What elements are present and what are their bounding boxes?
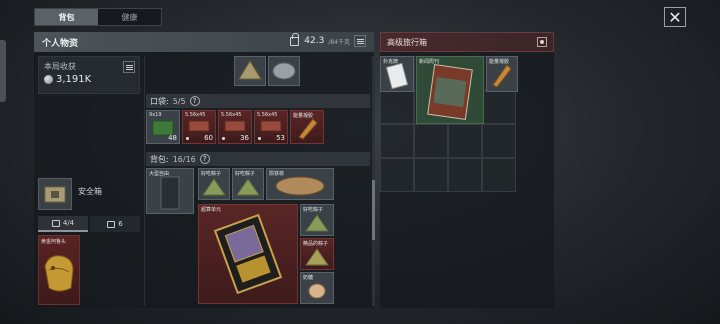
slot-a-count: 4/4	[62, 219, 75, 227]
item-qty: 48	[168, 134, 177, 142]
backpack-item-7[interactable]: 精品的粽子	[300, 238, 334, 270]
item-qty: 60	[204, 134, 213, 142]
item-tag: 超算单元	[201, 207, 222, 213]
side-handle[interactable]	[0, 40, 6, 102]
pyramid-icon	[238, 60, 262, 80]
item-tag: 能量凝胶	[293, 113, 314, 119]
item-tag: 奶糖	[303, 275, 314, 281]
backpack-count: 16/16	[172, 154, 196, 164]
pocket-item-4[interactable]: 5.56x45 53	[254, 110, 288, 144]
backpack-item-1[interactable]: 大型自由	[146, 168, 194, 214]
item-tag: 陨铁核	[269, 171, 285, 177]
backpack-bar: 背包: 16/16 ?	[146, 152, 370, 166]
item-tag: 好吃粽子	[303, 207, 324, 213]
item-tag: 能量凝胶	[489, 59, 510, 65]
backpack-item-3[interactable]: 好吃粽子	[232, 168, 264, 200]
inventory-title: 个人物资	[42, 38, 79, 49]
tab-health[interactable]: 健康	[98, 9, 161, 25]
inventory-menu-icon[interactable]	[354, 35, 366, 47]
safe-box-slot[interactable]	[38, 178, 72, 210]
computing-unit-icon	[213, 213, 283, 295]
travel-case-title: 高级旅行箱	[387, 37, 427, 47]
item-tag: 5.56x45	[221, 112, 242, 118]
case-item-1[interactable]: 扑克牌	[380, 56, 414, 92]
income-amount: 3,191K	[56, 74, 92, 85]
income-label: 本局收获	[44, 62, 76, 71]
item-tag: 新闻周刊	[419, 59, 440, 65]
income-value: 3,191K	[44, 74, 91, 85]
item-qty: 53	[276, 134, 285, 142]
magazine-icon	[427, 64, 473, 120]
income-menu-icon[interactable]	[123, 61, 135, 73]
item-dot	[222, 137, 225, 140]
gear-slot-2[interactable]	[268, 56, 300, 86]
weight-icon	[290, 32, 300, 46]
slot-bar: 4/4 6	[38, 216, 140, 232]
pocket-item-2[interactable]: 5.56x45 60	[182, 110, 216, 144]
backpack-item-4[interactable]: 陨铁核	[266, 168, 334, 200]
safe-box-icon	[44, 186, 66, 203]
backpack-item-5[interactable]: 超算单元	[198, 204, 298, 304]
scrollbar-thumb[interactable]	[372, 180, 375, 240]
item-tag: 好吃粽子	[235, 171, 256, 177]
tab-bar: 背包 健康	[34, 8, 162, 26]
backpack-item-2[interactable]: 好吃粽子	[198, 168, 230, 200]
item-qty: 36	[240, 134, 249, 142]
slot-tab-a[interactable]: 4/4	[38, 216, 88, 232]
item-tag: 精品的粽子	[303, 241, 329, 247]
item-tag: 扑克牌	[383, 59, 399, 65]
item-dot	[258, 137, 261, 140]
coin-icon	[44, 75, 53, 84]
help-icon[interactable]: ?	[189, 96, 200, 106]
gear-slot-1[interactable]	[234, 56, 266, 86]
backpack-label: 背包:	[150, 154, 169, 164]
stone-icon	[272, 62, 296, 80]
helmet-item[interactable]: 黄金阿鲁头	[38, 235, 80, 305]
help-icon[interactable]: ?	[199, 154, 210, 164]
pocket-item-3[interactable]: 5.56x45 36	[218, 110, 252, 144]
golden-head-icon	[44, 255, 74, 292]
weight-max: /84千克	[328, 38, 350, 46]
weight-current: 42.3	[304, 36, 325, 46]
pockets-label: 口袋:	[150, 96, 169, 106]
item-tag: 9x19	[149, 112, 162, 118]
pockets-bar: 口袋: 5/5 ?	[146, 94, 370, 108]
case-icon	[51, 219, 60, 227]
safe-box-label: 安全箱	[78, 187, 102, 196]
slot-b-count: 6	[118, 220, 123, 228]
pin-icon[interactable]	[537, 37, 547, 47]
close-icon: ✕	[668, 7, 682, 27]
tab-backpack[interactable]: 背包	[35, 9, 98, 25]
item-dot	[186, 137, 189, 140]
inventory-header: 个人物资 42.3 /84千克	[34, 32, 374, 52]
backpack-item-8[interactable]: 奶糖	[300, 272, 334, 304]
backpack-item-6[interactable]: 好吃粽子	[300, 204, 334, 236]
item-tag: 好吃粽子	[201, 171, 222, 177]
item-tag: 大型自由	[149, 171, 170, 177]
item-tag: 5.56x45	[185, 112, 206, 118]
case-item-2[interactable]: 新闻周刊	[416, 56, 484, 124]
pocket-item-1[interactable]: 9x19 48	[146, 110, 180, 144]
travel-case-header: 高级旅行箱	[380, 32, 554, 52]
pocket-item-5[interactable]: 能量凝胶	[290, 110, 324, 144]
close-button[interactable]: ✕	[664, 7, 686, 27]
slot-tab-b[interactable]: 6	[90, 216, 140, 232]
phone-icon	[107, 220, 116, 228]
item-tag: 5.56x45	[257, 112, 278, 118]
case-item-3[interactable]: 能量凝胶	[486, 56, 518, 92]
weight-indicator: 42.3 /84千克	[290, 32, 366, 47]
divider	[144, 56, 145, 306]
pockets-count: 5/5	[172, 96, 186, 106]
